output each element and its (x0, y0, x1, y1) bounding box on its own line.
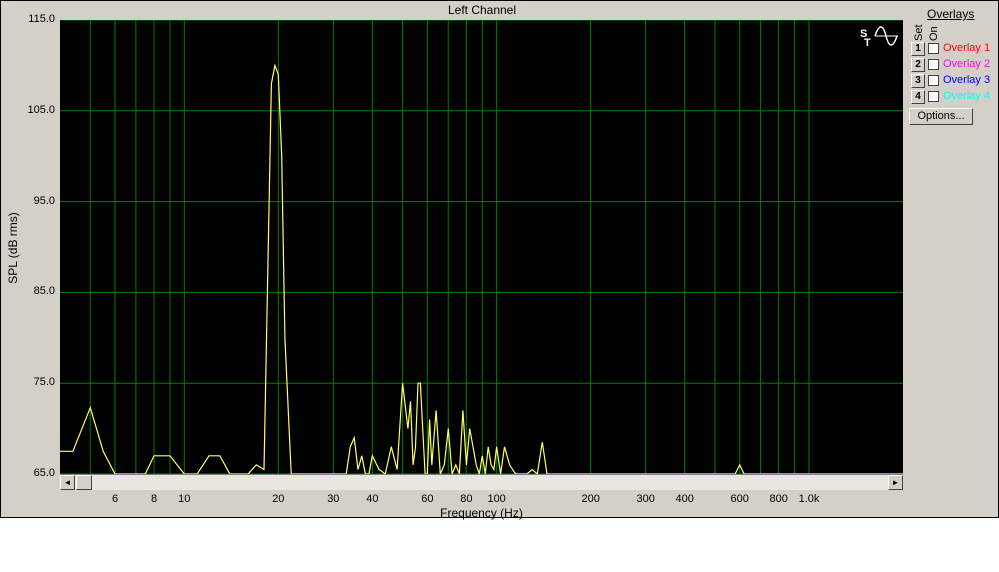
x-tick-label: 8 (150, 493, 158, 505)
y-tick-label: 85.0 (33, 285, 55, 298)
overlay-1-set-button[interactable]: 1 (911, 42, 925, 56)
y-tick-label: 65.0 (33, 467, 55, 479)
y-tick-label: 105.0 (27, 103, 55, 116)
x-tick-label: 6 (111, 493, 119, 505)
x-tick-label: 60 (421, 493, 434, 505)
scroll-left-button[interactable]: ◄ (60, 475, 75, 490)
y-axis-label: SPL (dB rms) (6, 212, 20, 284)
x-tick-label: 1.0k (798, 493, 820, 505)
x-tick-label: 80 (460, 493, 473, 505)
x-tick-label: 100 (487, 493, 506, 505)
x-tick-label: 10 (178, 493, 191, 505)
overlay-3-checkbox[interactable] (928, 75, 939, 86)
x-tick-label: 20 (272, 493, 285, 505)
x-tick-label: 300 (636, 493, 655, 505)
overlay-4-checkbox[interactable] (928, 91, 939, 102)
overlay-3-set-button[interactable]: 3 (911, 74, 925, 88)
spectrum-window: Left Channel SPL (dB rms) 115.0 105.0 95… (0, 0, 999, 520)
overlay-2-label: Overlay 2 (943, 58, 991, 70)
overlay-1-checkbox[interactable] (928, 43, 939, 54)
overlays-title[interactable]: Overlays (927, 7, 974, 21)
set-column-header: Set (913, 24, 925, 41)
overlay-4-label: Overlay 4 (943, 90, 991, 102)
y-tick-label: 115.0 (28, 13, 55, 25)
options-button[interactable]: Options... (909, 108, 973, 125)
overlay-3-label: Overlay 3 (943, 74, 991, 86)
overlays-panel: Overlays Set On 1 Overlay 1 2 Overlay 2 … (905, 5, 999, 125)
x-tick-label: 400 (675, 493, 694, 505)
overlay-1-label: Overlay 1 (943, 42, 991, 54)
x-tick-label: 30 (327, 493, 340, 505)
x-axis-label: Frequency (Hz) (440, 506, 523, 520)
overlay-2-set-button[interactable]: 2 (911, 58, 925, 72)
overlay-2-checkbox[interactable] (928, 59, 939, 70)
y-tick-label: 95.0 (33, 194, 55, 207)
frequency-scrollbar[interactable]: ◄ ► (60, 474, 903, 490)
spectrum-svg (60, 20, 903, 474)
x-tick-label: 40 (366, 493, 379, 505)
scroll-right-button[interactable]: ► (888, 475, 903, 490)
on-column-header: On (928, 26, 940, 41)
x-tick-label: 600 (730, 493, 749, 505)
overlay-row-3: 3 Overlay 3 (911, 74, 999, 89)
overlay-row-4: 4 Overlay 4 (911, 90, 999, 105)
overlay-4-set-button[interactable]: 4 (911, 90, 925, 104)
spl-trace-1 (60, 63, 903, 474)
sine-wave-icon[interactable]: S T (859, 25, 899, 49)
chart-title: Left Channel (447, 3, 517, 17)
spectrum-plot-area[interactable] (60, 20, 903, 474)
overlay-row-2: 2 Overlay 2 (911, 58, 999, 73)
x-tick-label: 200 (581, 493, 600, 505)
x-tick-label: 800 (769, 493, 788, 505)
overlay-row-1: 1 Overlay 1 (911, 42, 999, 57)
scroll-thumb[interactable] (76, 475, 92, 490)
y-tick-label: 75.0 (33, 376, 55, 389)
svg-text:T: T (864, 37, 871, 47)
